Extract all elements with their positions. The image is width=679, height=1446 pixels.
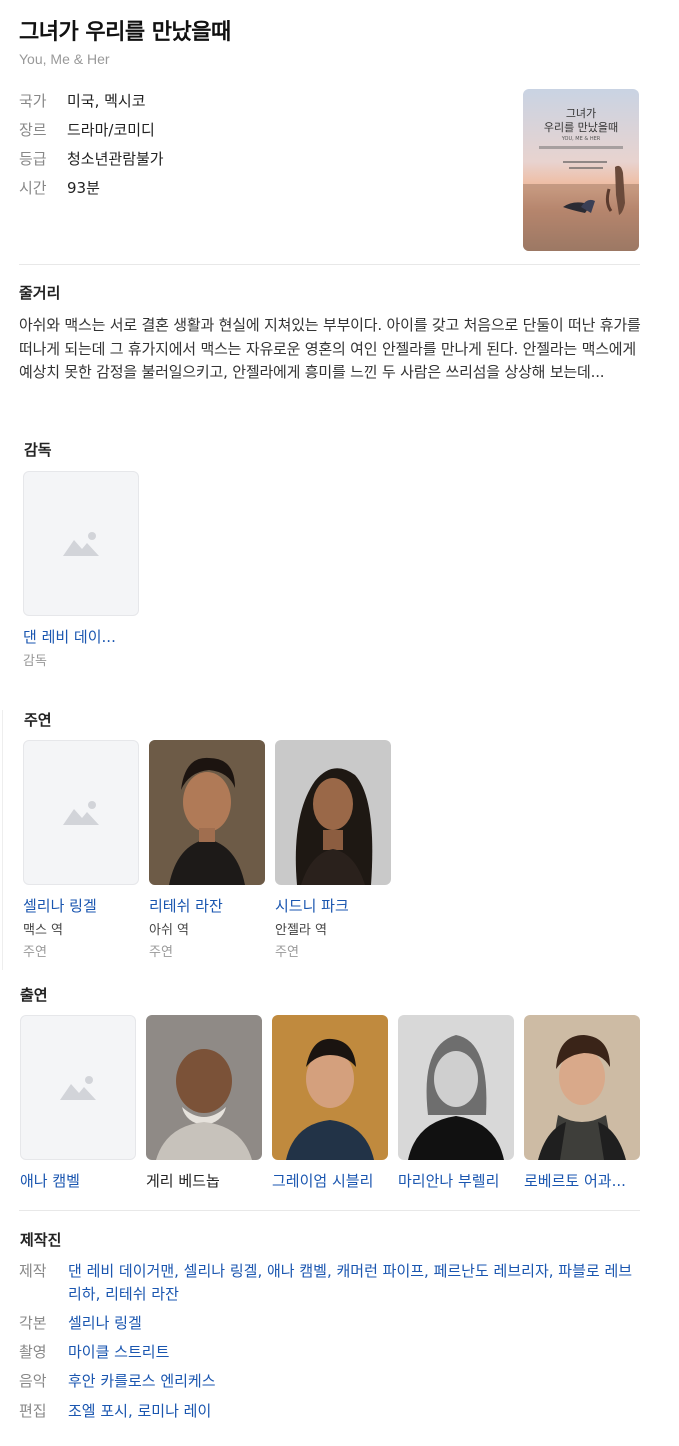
- divider: [2, 710, 3, 970]
- info-value: 청소년관람불가: [67, 150, 164, 168]
- info-key: 시간: [19, 179, 47, 197]
- person-role: 안젤라 역: [275, 923, 327, 938]
- crew-value[interactable]: 조엘 포시, 로미나 레이: [68, 1400, 644, 1423]
- director-heading: 감독: [24, 441, 52, 459]
- person-name[interactable]: 댄 레비 데이...: [23, 626, 139, 647]
- info-row-country: 국가 미국, 멕시코: [19, 90, 146, 111]
- crew-value[interactable]: 후안 카를로스 엔리케스: [68, 1370, 644, 1393]
- original-title: You, Me & Her: [19, 51, 110, 67]
- person-name[interactable]: 셀리나 링겔: [23, 895, 139, 916]
- person-kind: 주연: [275, 945, 299, 960]
- person-photo: [149, 740, 265, 885]
- person-name[interactable]: 게리 베드놉: [146, 1170, 262, 1191]
- supporting-card[interactable]: 로베르토 어과...: [524, 1015, 640, 1191]
- crew-row-music: 음악 후안 카를로스 엔리케스: [19, 1370, 644, 1393]
- person-name[interactable]: 그레이엄 시블리: [272, 1170, 388, 1191]
- poster-title-line2: 우리를 만났을때: [544, 121, 618, 134]
- person-role: 아쉬 역: [149, 923, 190, 938]
- divider: [19, 1210, 640, 1211]
- crew-row-producer: 제작 댄 레비 데이거맨, 셀리나 링겔, 애나 캠벨, 캐머런 파이프, 페르…: [19, 1260, 644, 1306]
- divider: [19, 264, 640, 265]
- crew-key: 음악: [19, 1372, 47, 1390]
- crew-key: 제작: [19, 1262, 47, 1280]
- supporting-card[interactable]: 그레이엄 시블리: [272, 1015, 388, 1191]
- info-key: 국가: [19, 92, 47, 110]
- info-row-genre: 장르 드라마/코미디: [19, 119, 155, 140]
- crew-value[interactable]: 셀리나 링겔: [68, 1312, 644, 1335]
- poster-title-line1: 그녀가: [566, 107, 596, 120]
- crew-row-cinematography: 촬영 마이클 스트리트: [19, 1341, 644, 1364]
- crew-row-writer: 각본 셀리나 링겔: [19, 1312, 644, 1335]
- info-row-rating: 등급 청소년관람불가: [19, 148, 164, 169]
- lead-card[interactable]: 리테쉬 라잔 아쉬 역 주연: [149, 740, 265, 960]
- image-placeholder-icon: [63, 800, 99, 825]
- supporting-card[interactable]: 마리안나 부렐리: [398, 1015, 514, 1191]
- lead-card[interactable]: 시드니 파크 안젤라 역 주연: [275, 740, 391, 960]
- person-kind: 주연: [23, 945, 47, 960]
- director-card[interactable]: 댄 레비 데이... 감독: [23, 471, 139, 669]
- crew-row-editing: 편집 조엘 포시, 로미나 레이: [19, 1400, 644, 1423]
- person-name[interactable]: 로베르토 어과...: [524, 1170, 640, 1191]
- poster-subtitle: YOU, ME & HER: [561, 136, 601, 142]
- crew-key: 촬영: [19, 1343, 47, 1361]
- person-photo: [272, 1015, 388, 1160]
- person-kind: 주연: [149, 945, 173, 960]
- supporting-card[interactable]: 애나 캠벨: [20, 1015, 136, 1191]
- person-photo-placeholder: [23, 740, 139, 885]
- person-name[interactable]: 애나 캠벨: [20, 1170, 136, 1191]
- crew-value[interactable]: 댄 레비 데이거맨, 셀리나 링겔, 애나 캠벨, 캐머런 파이프, 페르난도 …: [68, 1260, 644, 1306]
- person-role: 맥스 역: [23, 923, 64, 938]
- person-name[interactable]: 마리안나 부렐리: [398, 1170, 514, 1191]
- person-photo-placeholder: [23, 471, 139, 616]
- person-kind: 감독: [23, 654, 47, 669]
- synopsis-text: 아쉬와 맥스는 서로 결혼 생활과 현실에 지쳐있는 부부이다. 아이를 갖고 …: [19, 316, 641, 381]
- person-photo-placeholder: [20, 1015, 136, 1160]
- synopsis-heading: 줄거리: [19, 284, 61, 302]
- person-photo: [524, 1015, 640, 1160]
- person-photo: [398, 1015, 514, 1160]
- movie-poster[interactable]: 그녀가 우리를 만났을때 YOU, ME & HER: [523, 89, 639, 251]
- info-value: 드라마/코미디: [67, 121, 155, 139]
- person-name[interactable]: 시드니 파크: [275, 895, 391, 916]
- person-photo: [146, 1015, 262, 1160]
- poster-image: 그녀가 우리를 만났을때 YOU, ME & HER: [523, 89, 639, 251]
- crew-value[interactable]: 마이클 스트리트: [68, 1341, 644, 1364]
- person-photo: [275, 740, 391, 885]
- info-key: 등급: [19, 150, 47, 168]
- supporting-heading: 출연: [20, 986, 48, 1004]
- crew-heading: 제작진: [20, 1231, 62, 1249]
- page-title: 그녀가 우리를 만났을때: [19, 20, 231, 45]
- image-placeholder-icon: [63, 531, 99, 556]
- info-value: 93분: [67, 179, 100, 197]
- person-name[interactable]: 리테쉬 라잔: [149, 895, 265, 916]
- crew-key: 편집: [19, 1402, 47, 1420]
- supporting-card[interactable]: 게리 베드놉: [146, 1015, 262, 1191]
- image-placeholder-icon: [60, 1075, 96, 1100]
- crew-key: 각본: [19, 1314, 47, 1332]
- info-value: 미국, 멕시코: [67, 92, 146, 110]
- lead-card[interactable]: 셀리나 링겔 맥스 역 주연: [23, 740, 139, 960]
- lead-heading: 주연: [24, 711, 52, 729]
- info-key: 장르: [19, 121, 47, 139]
- info-row-runtime: 시간 93분: [19, 177, 100, 198]
